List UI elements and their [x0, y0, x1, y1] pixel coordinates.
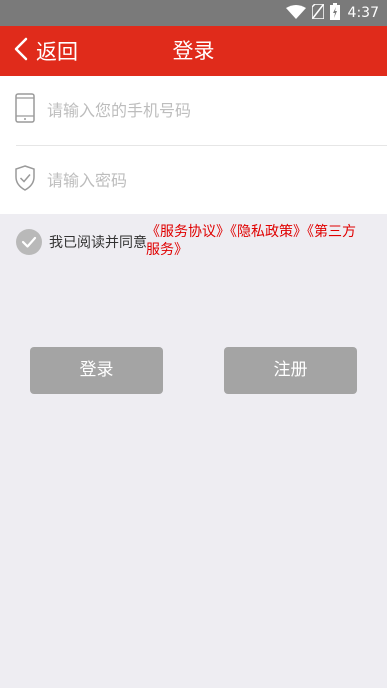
phone-icon	[14, 93, 36, 127]
password-field-row	[0, 146, 387, 214]
status-icons: 4:37	[285, 0, 379, 26]
register-button[interactable]: 注册	[224, 347, 357, 394]
agreement-row: 我已阅读并同意 《服务协议》《隐私政策》《第三方服务》	[16, 224, 387, 263]
back-button[interactable]: 返回	[14, 26, 78, 76]
agree-checkbox[interactable]	[16, 229, 42, 255]
sim-card-icon	[310, 2, 325, 23]
password-input[interactable]	[47, 146, 367, 214]
login-form	[0, 76, 387, 214]
battery-icon	[329, 2, 340, 24]
service-agreement-link[interactable]: 《服务协议》	[146, 224, 230, 240]
login-button[interactable]: 登录	[30, 347, 163, 394]
agreement-prefix: 我已阅读并同意	[49, 235, 147, 251]
status-bar: 4:37	[0, 0, 387, 26]
check-icon	[21, 236, 37, 248]
third-party-service-link[interactable]: 《第三方	[307, 224, 356, 240]
back-label: 返回	[36, 40, 78, 64]
agreement-links: 《服务协议》《隐私政策》《第三方服务》	[146, 223, 387, 259]
wifi-icon	[285, 4, 306, 23]
third-party-service-link-cont[interactable]: 服务》	[146, 242, 188, 258]
phone-input[interactable]	[47, 76, 367, 144]
shield-check-icon	[14, 165, 36, 195]
chevron-left-icon	[14, 37, 28, 65]
nav-bar: 返回 登录	[0, 26, 387, 76]
privacy-policy-link[interactable]: 《隐私政策》	[230, 224, 307, 240]
phone-field-row	[0, 76, 387, 144]
status-time: 4:37	[347, 5, 379, 21]
